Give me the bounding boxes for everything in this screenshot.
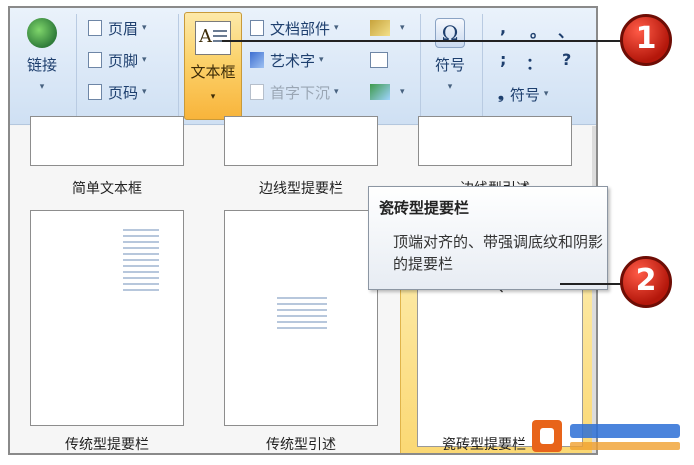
link-button[interactable]: 链接 ▾ <box>16 14 68 114</box>
page-footer-label: 页脚 <box>108 51 139 70</box>
chevron-down-icon: ▾ <box>39 82 45 92</box>
group-divider <box>178 14 179 116</box>
tooltip-description: 顶端对齐的、带强调底纹和阴影的提要栏 <box>393 233 604 273</box>
group-divider <box>420 14 421 116</box>
more-symbols-label: 符号 <box>509 85 540 104</box>
page-footer-icon <box>88 52 102 68</box>
wordart-label: 艺术字 <box>270 51 316 70</box>
date-time-button[interactable] <box>370 48 394 72</box>
symbol-comma[interactable]: , <box>500 18 506 37</box>
page-number-label: 页码 <box>108 83 139 102</box>
gallery-caption: 边线型提要栏 <box>259 181 343 197</box>
gallery-caption: 传统型引述 <box>266 437 336 453</box>
chevron-down-icon: ▾ <box>319 55 324 65</box>
link-icon <box>27 18 57 48</box>
textbox-icon: A <box>195 21 231 55</box>
callout-marker: 1 <box>620 14 672 66</box>
gallery-tooltip: 瓷砖型提要栏 顶端对齐的、带强调底纹和阴影的提要栏 <box>368 186 608 290</box>
wordart-button[interactable]: 艺术字 ▾ <box>250 48 324 72</box>
tooltip-title: 瓷砖型提要栏 <box>379 199 470 217</box>
textbox-icon-letter: A <box>199 26 212 47</box>
more-symbols-button[interactable]: ❟ 符号 ▾ <box>498 82 548 106</box>
signature-line-button[interactable]: ▾ <box>370 16 405 40</box>
insert-object-button[interactable]: ▾ <box>370 80 405 104</box>
chevron-down-icon: ▾ <box>142 55 147 65</box>
chevron-down-icon: ▾ <box>142 87 147 97</box>
signature-line-icon <box>370 20 390 36</box>
office-logo-watermark <box>530 416 690 456</box>
chevron-down-icon: ▾ <box>210 92 216 102</box>
textbox-gallery: 简单文本框 边线型提要栏 边线型引述 ⇖ 传统型提要栏 传统型引述 瓷砖型提要栏 <box>10 116 596 453</box>
symbol-button[interactable]: Ω 符号 ▾ <box>424 14 476 114</box>
gallery-item-border-sidebar[interactable] <box>224 116 378 166</box>
page-header-button[interactable]: 页眉 ▾ <box>88 16 147 40</box>
chevron-down-icon: ▾ <box>142 23 147 33</box>
symbol-question[interactable]: ? <box>562 50 571 69</box>
symbol-colon[interactable]: ： <box>526 50 542 74</box>
dropcap-icon <box>250 84 264 100</box>
callout-leader-line <box>222 40 624 42</box>
chevron-down-icon: ▾ <box>400 23 405 33</box>
insert-ribbon: 链接 ▾ 页眉 ▾ 页脚 ▾ 页码 ▾ A 文本框 ▾ 文档部件 ▾ 艺术字 ▾… <box>10 8 596 125</box>
group-divider <box>482 14 483 116</box>
gallery-scrollbar[interactable] <box>592 126 596 453</box>
dropcap-button: 首字下沉 ▾ <box>250 80 339 104</box>
symbol-semicolon[interactable]: ; <box>500 50 506 69</box>
quick-parts-label: 文档部件 <box>270 19 331 38</box>
page-number-icon <box>88 84 102 100</box>
gallery-item-traditional-quote[interactable] <box>224 210 378 426</box>
wordart-icon <box>250 52 264 68</box>
chevron-down-icon: ▾ <box>400 87 405 97</box>
textbox-label: 文本框 <box>190 63 236 81</box>
gallery-item-traditional-sidebar[interactable] <box>30 210 184 426</box>
omega-icon: Ω <box>435 18 465 48</box>
chevron-down-icon: ▾ <box>447 82 453 92</box>
gallery-caption: 简单文本框 <box>72 181 142 197</box>
chevron-down-icon: ▾ <box>334 87 339 97</box>
comma-glyph-icon: ❟ <box>498 85 504 103</box>
link-label: 链接 <box>26 56 57 74</box>
group-divider <box>76 14 77 116</box>
quick-parts-button[interactable]: 文档部件 ▾ <box>250 16 339 40</box>
dropcap-label: 首字下沉 <box>270 83 331 102</box>
preview-text-lines <box>123 229 159 295</box>
object-icon <box>370 84 390 100</box>
quick-parts-icon <box>250 20 264 36</box>
textbox-button[interactable]: A 文本框 ▾ <box>184 12 242 120</box>
chevron-down-icon: ▾ <box>543 89 549 99</box>
symbol-enum-comma[interactable]: 、 <box>558 18 574 42</box>
symbol-period[interactable]: 。 <box>530 18 546 42</box>
gallery-item-border-quote[interactable] <box>418 116 572 166</box>
date-time-icon <box>370 52 388 68</box>
page-number-button[interactable]: 页码 ▾ <box>88 80 147 104</box>
preview-text-lines <box>277 297 327 333</box>
chevron-down-icon: ▾ <box>334 23 339 33</box>
symbol-label: 符号 <box>434 56 465 74</box>
page-footer-button[interactable]: 页脚 ▾ <box>88 48 147 72</box>
page-header-icon <box>88 20 102 36</box>
page-header-label: 页眉 <box>108 19 139 38</box>
gallery-item-simple[interactable] <box>30 116 184 166</box>
callout-leader-line <box>560 283 624 285</box>
office-logo-icon <box>532 420 680 452</box>
callout-marker: 2 <box>620 256 672 308</box>
gallery-caption: 传统型提要栏 <box>65 437 149 453</box>
